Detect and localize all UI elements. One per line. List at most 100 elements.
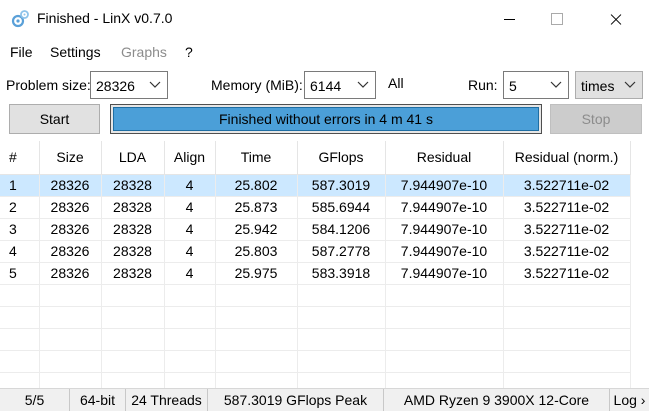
- chevron-down-icon: [149, 81, 161, 88]
- table-cell: 7.944907e-10: [385, 218, 504, 241]
- table-cell: [164, 350, 216, 373]
- table-cell: [101, 328, 165, 351]
- table-row[interactable]: 2 28326 28328 4 25.873 585.6944 7.944907e-10 3.…: [0, 196, 631, 219]
- column-header[interactable]: #: [0, 141, 40, 175]
- app-gear-icon: [11, 10, 29, 28]
- table-cell: [164, 372, 216, 388]
- table-cell: [503, 372, 631, 388]
- table-cell: 3.522711e-02: [503, 174, 631, 197]
- start-button[interactable]: Start: [9, 104, 100, 134]
- table-cell: 28326: [39, 218, 102, 241]
- table-cell: 585.6944: [297, 196, 386, 219]
- table-cell: 4: [164, 218, 216, 241]
- menu-graphs[interactable]: Graphs: [121, 44, 167, 60]
- table-cell: 4: [164, 240, 216, 263]
- table-cell: 7.944907e-10: [385, 262, 504, 285]
- empty-row: [0, 306, 631, 329]
- table-row[interactable]: 3 28326 28328 4 25.942 584.1206 7.944907e-10 3.…: [0, 218, 631, 241]
- empty-row: [0, 284, 631, 307]
- table-cell: [215, 372, 298, 388]
- menu-help[interactable]: ?: [185, 44, 193, 60]
- table-cell: [297, 372, 386, 388]
- table-cell: 4: [164, 196, 216, 219]
- table-cell: [101, 284, 165, 307]
- run-mode-combo[interactable]: times: [575, 71, 643, 99]
- table-cell: 28328: [101, 174, 165, 197]
- table-cell: 28328: [101, 218, 165, 241]
- progress-bar: Finished without errors in 4 m 41 s: [110, 104, 542, 134]
- table-cell: [0, 328, 40, 351]
- table-cell: 25.873: [215, 196, 298, 219]
- table-cell: [164, 306, 216, 329]
- run-mode-value: times: [581, 78, 615, 94]
- table-cell: 4: [164, 262, 216, 285]
- table-cell: [0, 306, 40, 329]
- column-header[interactable]: Residual: [385, 141, 504, 175]
- progress-status-text: Finished without errors in 4 m 41 s: [219, 111, 433, 127]
- table-cell: [215, 306, 298, 329]
- table-cell: [164, 328, 216, 351]
- table-row[interactable]: 4 28326 28328 4 25.803 587.2778 7.944907e-10 3.…: [0, 240, 631, 263]
- table-cell: 28326: [39, 262, 102, 285]
- table-cell: 28328: [101, 240, 165, 263]
- menu-settings[interactable]: Settings: [50, 44, 101, 60]
- results-table[interactable]: # Size LDA Align Time GFlops Residual Re…: [0, 141, 649, 388]
- table-cell: 4: [0, 240, 40, 263]
- window-title: Finished - LinX v0.7.0: [37, 10, 173, 26]
- table-cell: [503, 350, 631, 373]
- peak-gflops-status: 587.3019 GFlops Peak: [208, 389, 384, 411]
- log-button[interactable]: Log ›: [610, 389, 649, 411]
- column-header[interactable]: Align: [164, 141, 216, 175]
- empty-row: [0, 350, 631, 373]
- action-row: Start Finished without errors in 4 m 41 …: [0, 104, 649, 136]
- column-header[interactable]: Residual (norm.): [503, 141, 631, 175]
- memory-label: Memory (MiB):: [211, 77, 303, 93]
- table-cell: [297, 350, 386, 373]
- column-header[interactable]: Time: [215, 141, 298, 175]
- table-cell: 28326: [39, 196, 102, 219]
- table-cell: [39, 328, 102, 351]
- column-header[interactable]: GFlops: [297, 141, 386, 175]
- column-header[interactable]: LDA: [101, 141, 165, 175]
- threads-status: 24 Threads: [126, 389, 208, 411]
- all-memory-button[interactable]: All: [388, 75, 404, 91]
- table-cell: 3.522711e-02: [503, 196, 631, 219]
- chevron-down-icon: [550, 81, 562, 88]
- table-cell: 4: [164, 174, 216, 197]
- menu-file[interactable]: File: [10, 44, 33, 60]
- table-row[interactable]: 5 28326 28328 4 25.975 583.3918 7.944907e-10 3.…: [0, 262, 631, 285]
- table-cell: 7.944907e-10: [385, 240, 504, 263]
- menu-bar: File Settings Graphs ?: [0, 40, 649, 64]
- column-header[interactable]: Size: [39, 141, 102, 175]
- empty-row: [0, 328, 631, 351]
- arch-status: 64-bit: [70, 389, 126, 411]
- table-cell: 3.522711e-02: [503, 240, 631, 263]
- stop-button[interactable]: Stop: [550, 104, 642, 134]
- problem-size-combo[interactable]: 28326: [90, 71, 168, 99]
- table-cell: [503, 328, 631, 351]
- close-button[interactable]: [592, 0, 638, 38]
- table-cell: 7.944907e-10: [385, 174, 504, 197]
- table-cell: 584.1206: [297, 218, 386, 241]
- chevron-down-icon: [624, 81, 636, 88]
- empty-row: [0, 372, 631, 388]
- memory-combo[interactable]: 6144: [304, 71, 376, 99]
- status-bar: 5/5 64-bit 24 Threads 587.3019 GFlops Pe…: [0, 388, 649, 411]
- maximize-button[interactable]: [533, 0, 579, 38]
- table-cell: [0, 350, 40, 373]
- table-cell: 25.803: [215, 240, 298, 263]
- table-cell: [385, 372, 504, 388]
- table-cell: [503, 284, 631, 307]
- run-label: Run:: [468, 77, 498, 93]
- minimize-button[interactable]: [486, 0, 532, 38]
- settings-row: Problem size: 28326 Memory (MiB): 6144 A…: [0, 69, 649, 101]
- run-count-combo[interactable]: 5: [503, 71, 569, 99]
- table-cell: [39, 350, 102, 373]
- table-cell: [297, 328, 386, 351]
- table-cell: [385, 306, 504, 329]
- table-row[interactable]: 1 28326 28328 4 25.802 587.3019 7.944907e-10 3.…: [0, 174, 631, 197]
- table-cell: 587.2778: [297, 240, 386, 263]
- table-cell: [297, 284, 386, 307]
- table-cell: [101, 372, 165, 388]
- table-cell: [39, 306, 102, 329]
